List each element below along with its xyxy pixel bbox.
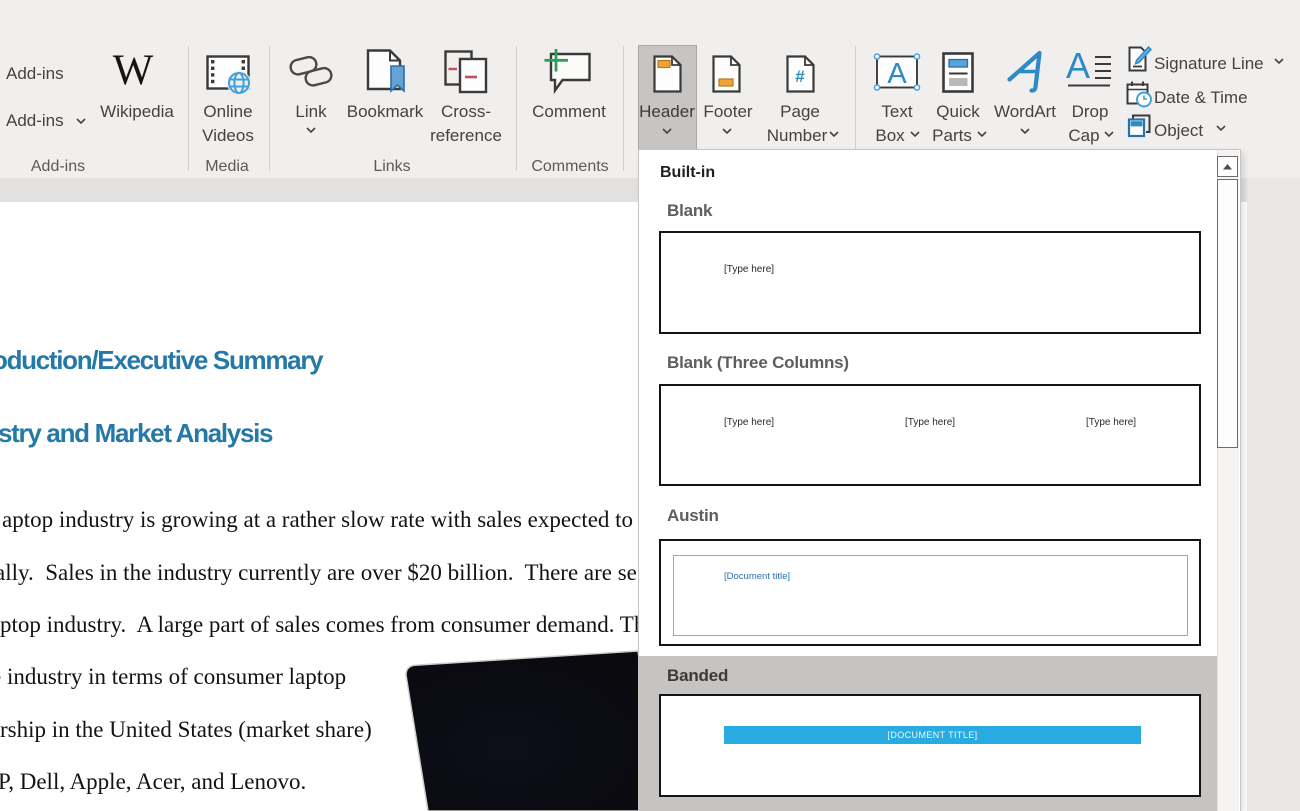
svg-text:A: A (887, 58, 907, 90)
svg-text:#: # (795, 67, 805, 86)
svg-text:A: A (1066, 45, 1090, 86)
